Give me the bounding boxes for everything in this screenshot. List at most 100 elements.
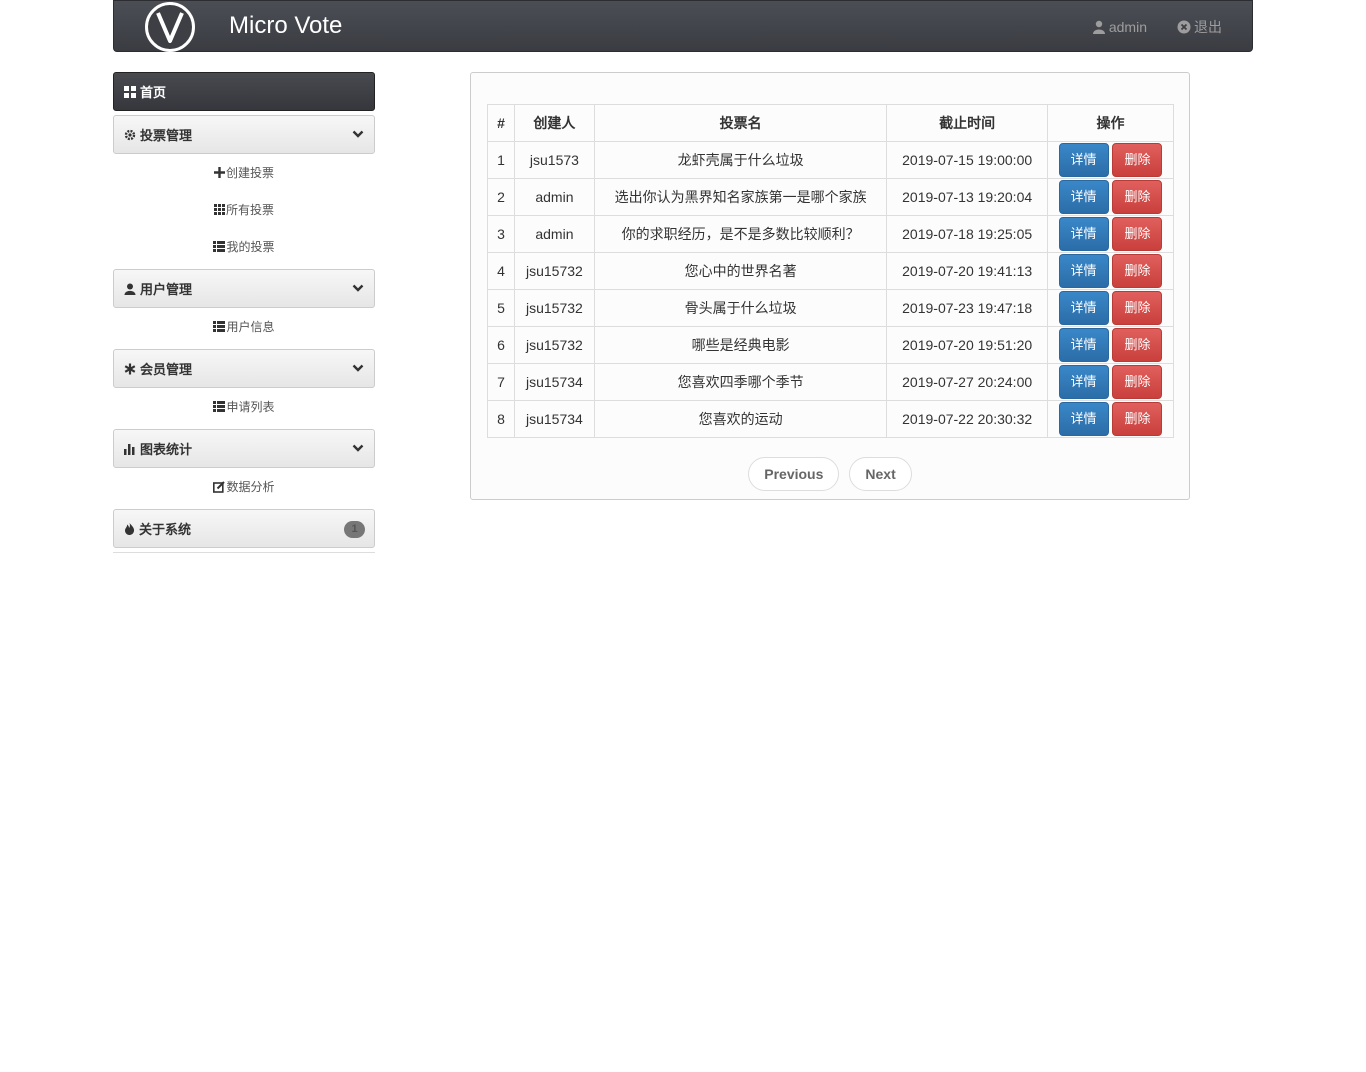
user-menu[interactable]: admin bbox=[1092, 17, 1147, 37]
delete-button[interactable]: 删除 bbox=[1112, 217, 1163, 251]
cell-deadline: 2019-07-20 19:41:13 bbox=[886, 252, 1049, 290]
sidebar-group-user-management[interactable]: 用户管理 bbox=[113, 269, 375, 308]
cell-actions: 详情 删除 bbox=[1047, 252, 1174, 290]
cell-number: 2 bbox=[487, 178, 515, 216]
cell-creator: admin bbox=[513, 215, 595, 253]
cell-actions: 详情 删除 bbox=[1047, 289, 1174, 327]
sidebar-item-my-votes[interactable]: 我的投票 bbox=[113, 228, 375, 265]
col-header-creator: 创建人 bbox=[513, 104, 595, 142]
sidebar-item-user-info[interactable]: 用户信息 bbox=[113, 308, 375, 345]
cell-actions: 详情 删除 bbox=[1047, 178, 1174, 216]
chevron-down-icon bbox=[352, 284, 364, 292]
sidebar-group-member-management[interactable]: 会员管理 bbox=[113, 349, 375, 388]
brand-title[interactable]: Micro Vote bbox=[229, 12, 342, 40]
plus-icon bbox=[213, 167, 225, 178]
sidebar-item-about[interactable]: 关于系统 1 bbox=[113, 509, 375, 548]
table-row: 3 admin 你的求职经历，是不是多数比较顺利？ 2019-07-18 19:… bbox=[487, 215, 1174, 253]
sidebar-group-label: 投票管理 bbox=[140, 128, 193, 143]
dashboard-icon bbox=[124, 85, 136, 98]
cell-number: 7 bbox=[487, 363, 515, 401]
cell-vote-name: 您心中的世界名著 bbox=[593, 252, 888, 290]
cell-number: 3 bbox=[487, 215, 515, 253]
cell-deadline: 2019-07-13 19:20:04 bbox=[886, 178, 1049, 216]
cell-creator: jsu15732 bbox=[513, 326, 595, 364]
edit-icon bbox=[213, 480, 226, 493]
cell-creator: jsu15732 bbox=[513, 252, 595, 290]
col-header-number: # bbox=[487, 104, 515, 142]
cell-vote-name: 哪些是经典电影 bbox=[593, 326, 888, 364]
detail-button[interactable]: 详情 bbox=[1058, 217, 1109, 251]
cell-creator: jsu15732 bbox=[513, 289, 595, 327]
cell-number: 4 bbox=[487, 252, 515, 290]
delete-button[interactable]: 删除 bbox=[1112, 365, 1163, 399]
detail-button[interactable]: 详情 bbox=[1058, 180, 1109, 214]
col-header-deadline: 截止时间 bbox=[886, 104, 1049, 142]
table-row: 7 jsu15734 您喜欢四季哪个季节 2019-07-27 20:24:00… bbox=[487, 363, 1174, 401]
table-row: 4 jsu15732 您心中的世界名著 2019-07-20 19:41:13 … bbox=[487, 252, 1174, 290]
delete-button[interactable]: 删除 bbox=[1112, 180, 1163, 214]
cell-actions: 详情 删除 bbox=[1047, 215, 1174, 253]
sidebar-group-label: 图表统计 bbox=[140, 442, 193, 457]
delete-button[interactable]: 删除 bbox=[1112, 254, 1163, 288]
sidebar-item-label: 所有投票 bbox=[225, 203, 274, 217]
sidebar-item-home[interactable]: 首页 bbox=[113, 72, 375, 111]
logout-label: 退出 bbox=[1194, 19, 1222, 35]
cell-actions: 详情 删除 bbox=[1047, 326, 1174, 364]
grid-icon bbox=[213, 204, 225, 215]
sidebar-group-chart-statistics[interactable]: 图表统计 bbox=[113, 429, 375, 468]
cell-actions: 详情 删除 bbox=[1047, 363, 1174, 401]
user-name: admin bbox=[1108, 19, 1147, 35]
cell-number: 6 bbox=[487, 326, 515, 364]
detail-button[interactable]: 详情 bbox=[1058, 402, 1109, 436]
detail-button[interactable]: 详情 bbox=[1058, 291, 1109, 325]
pagination: Previous Next bbox=[471, 457, 1189, 491]
table-row: 6 jsu15732 哪些是经典电影 2019-07-20 19:51:20 详… bbox=[487, 326, 1174, 364]
sidebar-item-label: 创建投票 bbox=[225, 166, 274, 180]
logo-icon[interactable] bbox=[145, 2, 195, 52]
sidebar-group-vote-management[interactable]: 投票管理 bbox=[113, 115, 375, 154]
list-icon bbox=[213, 241, 226, 252]
cell-creator: jsu15734 bbox=[513, 400, 595, 438]
detail-button[interactable]: 详情 bbox=[1058, 143, 1109, 177]
sidebar-item-label: 数据分析 bbox=[226, 480, 275, 494]
sidebar-divider bbox=[113, 552, 375, 553]
cell-number: 8 bbox=[487, 400, 515, 438]
cell-creator: jsu1573 bbox=[513, 141, 595, 179]
delete-button[interactable]: 删除 bbox=[1112, 402, 1163, 436]
sidebar-group-label: 会员管理 bbox=[140, 362, 193, 377]
logout-link[interactable]: 退出 bbox=[1177, 17, 1222, 37]
cell-deadline: 2019-07-22 20:30:32 bbox=[886, 400, 1049, 438]
cell-deadline: 2019-07-20 19:51:20 bbox=[886, 326, 1049, 364]
top-navbar: Micro Vote admin 退出 bbox=[113, 0, 1253, 52]
sidebar-item-data-analysis[interactable]: 数据分析 bbox=[113, 468, 375, 505]
detail-button[interactable]: 详情 bbox=[1058, 254, 1109, 288]
table-row: 1 jsu1573 龙虾壳属于什么垃圾 2019-07-15 19:00:00 … bbox=[487, 141, 1174, 179]
sidebar-item-label: 关于系统 bbox=[139, 522, 192, 537]
chevron-down-icon bbox=[352, 364, 364, 372]
sidebar-item-create-vote[interactable]: 创建投票 bbox=[113, 154, 375, 191]
sidebar-group-label: 用户管理 bbox=[140, 282, 193, 297]
sidebar-item-application-list[interactable]: 申请列表 bbox=[113, 388, 375, 425]
list-icon bbox=[213, 321, 226, 332]
cell-creator: admin bbox=[513, 178, 595, 216]
cell-vote-name: 您喜欢的运动 bbox=[593, 400, 888, 438]
previous-button[interactable]: Previous bbox=[748, 457, 840, 491]
user-icon bbox=[124, 283, 136, 295]
delete-button[interactable]: 删除 bbox=[1112, 328, 1163, 362]
delete-button[interactable]: 删除 bbox=[1112, 291, 1163, 325]
col-header-vote-name: 投票名 bbox=[593, 104, 888, 142]
table-row: 2 admin 选出你认为黑界知名家族第一是哪个家族 2019-07-13 19… bbox=[487, 178, 1174, 216]
list-icon bbox=[213, 401, 226, 412]
cell-vote-name: 你的求职经历，是不是多数比较顺利？ bbox=[593, 215, 888, 253]
detail-button[interactable]: 详情 bbox=[1058, 328, 1109, 362]
next-button[interactable]: Next bbox=[849, 457, 912, 491]
cell-vote-name: 选出你认为黑界知名家族第一是哪个家族 bbox=[593, 178, 888, 216]
delete-button[interactable]: 删除 bbox=[1112, 143, 1163, 177]
cell-deadline: 2019-07-15 19:00:00 bbox=[886, 141, 1049, 179]
detail-button[interactable]: 详情 bbox=[1058, 365, 1109, 399]
cell-deadline: 2019-07-18 19:25:05 bbox=[886, 215, 1049, 253]
col-header-actions: 操作 bbox=[1047, 104, 1174, 142]
sidebar-item-label: 申请列表 bbox=[226, 400, 275, 414]
sidebar-item-all-votes[interactable]: 所有投票 bbox=[113, 191, 375, 228]
cell-creator: jsu15734 bbox=[513, 363, 595, 401]
